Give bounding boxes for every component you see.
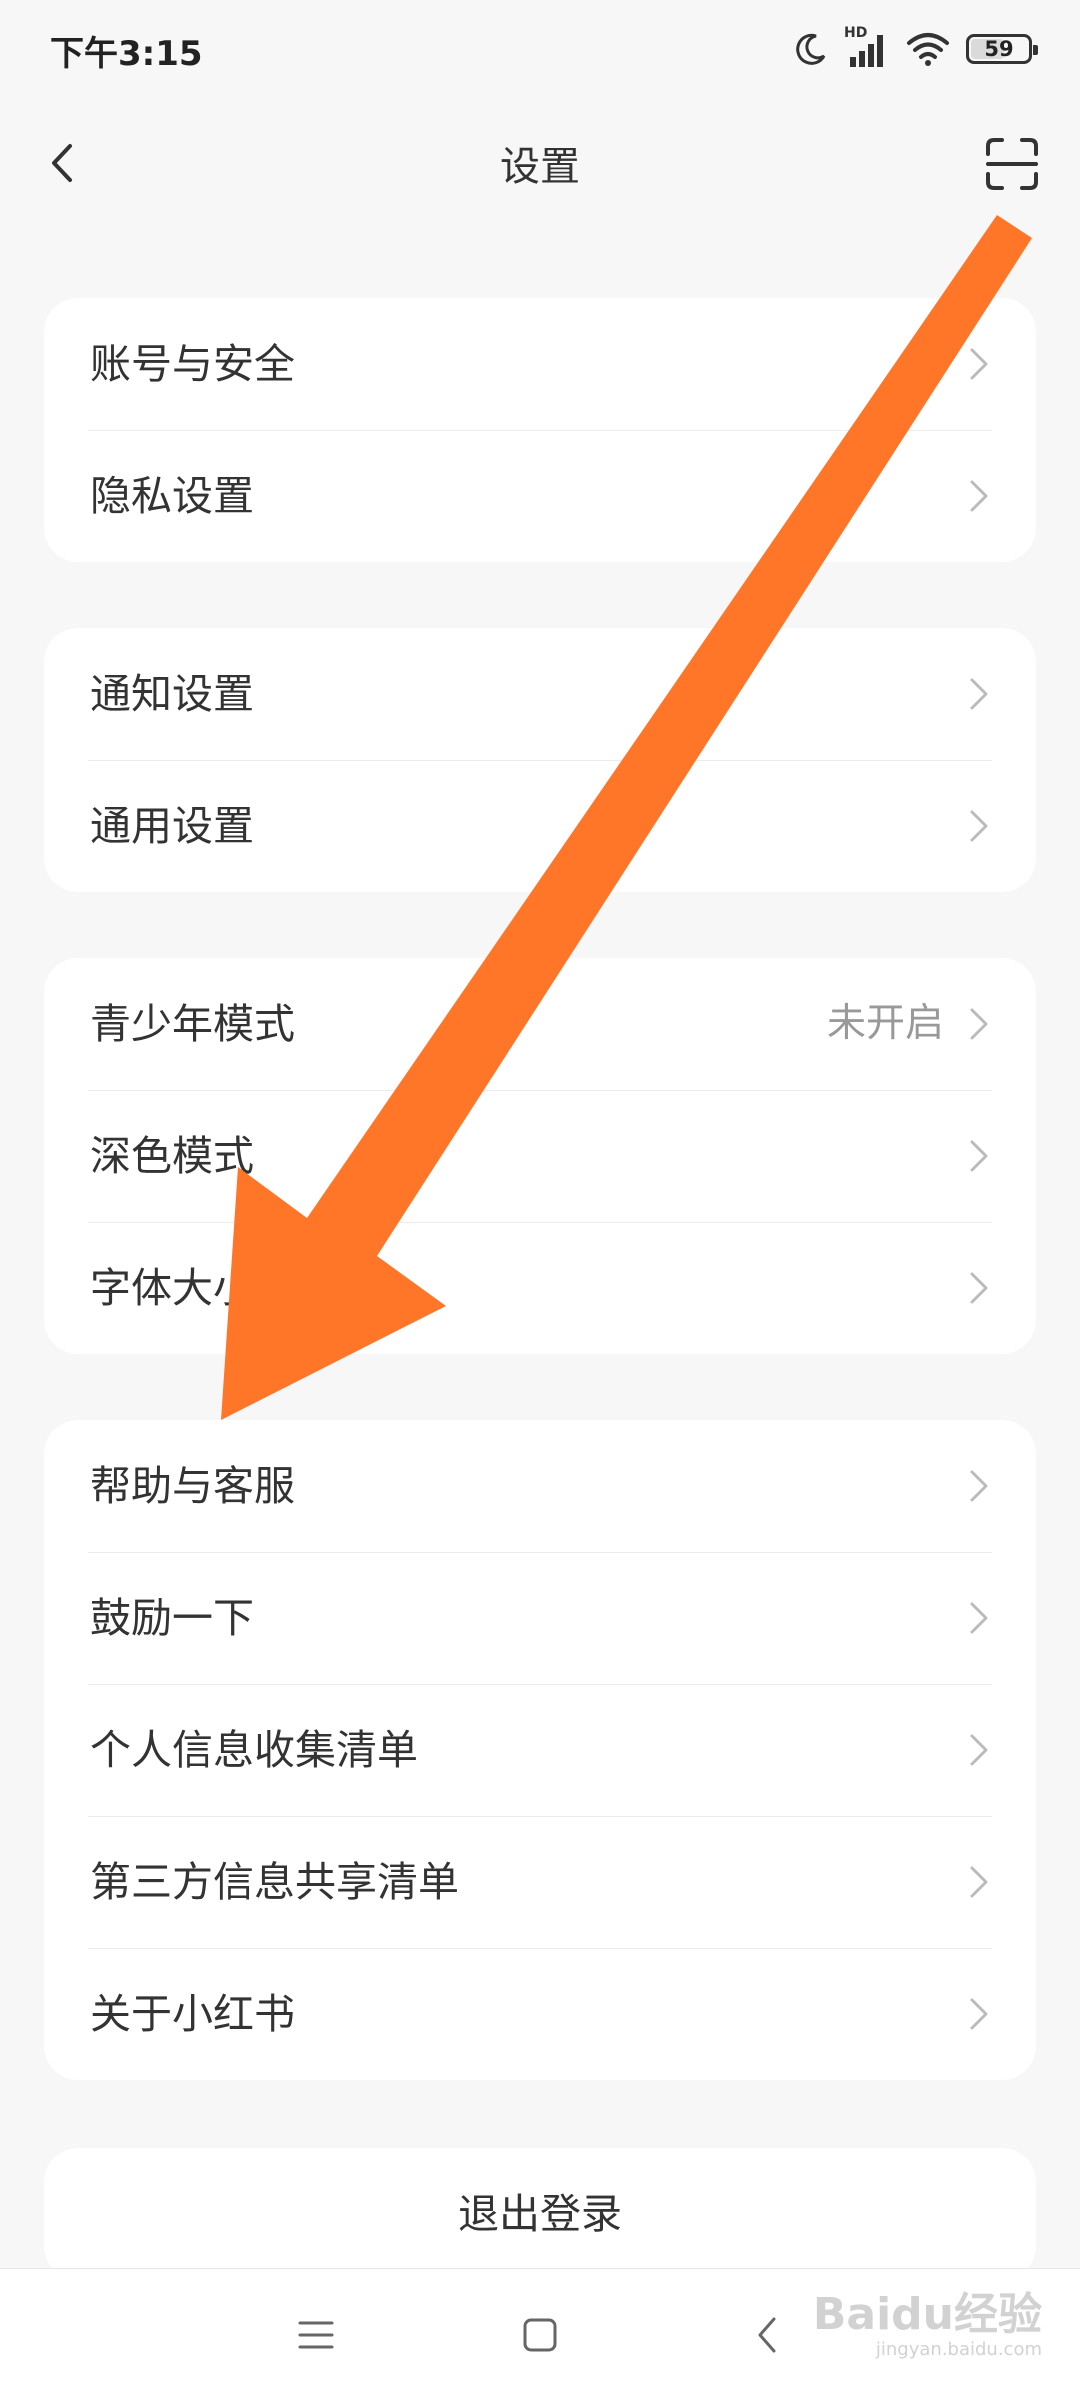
scan-button[interactable] [984, 136, 1040, 192]
battery-icon: 59 [966, 34, 1038, 64]
chevron-right-icon [970, 1008, 988, 1040]
settings-group-display: 青少年模式 未开启 深色模式 字体大小 [44, 958, 1036, 1354]
settings-row-dark-mode[interactable]: 深色模式 [44, 1090, 1036, 1222]
row-label: 帮助与客服 [90, 1462, 295, 1510]
chevron-right-icon [970, 1272, 988, 1304]
row-label: 个人信息收集清单 [90, 1726, 418, 1774]
nav-back-button[interactable] [744, 2311, 792, 2359]
settings-row-teen-mode[interactable]: 青少年模式 未开启 [44, 958, 1036, 1090]
chevron-right-icon [970, 1602, 988, 1634]
settings-group-about: 帮助与客服 鼓励一下 个人信息收集清单 第三方信息共享清单 关于小红书 [44, 1420, 1036, 2080]
row-label: 通知设置 [90, 670, 254, 718]
moon-icon [796, 33, 826, 65]
settings-row-notifications[interactable]: 通知设置 [44, 628, 1036, 760]
settings-row-general[interactable]: 通用设置 [44, 760, 1036, 892]
chevron-right-icon [970, 1140, 988, 1172]
settings-row-third-party-list[interactable]: 第三方信息共享清单 [44, 1816, 1036, 1948]
status-icons: HD 59 [794, 25, 1038, 72]
chevron-right-icon [970, 1998, 988, 2030]
status-time: 下午3:15 [50, 34, 203, 74]
settings-row-font-size[interactable]: 字体大小 [44, 1222, 1036, 1354]
settings-row-help[interactable]: 帮助与客服 [44, 1420, 1036, 1552]
row-label: 鼓励一下 [90, 1594, 254, 1642]
row-label: 隐私设置 [90, 472, 254, 520]
page-title: 设置 [500, 144, 580, 190]
settings-row-about[interactable]: 关于小红书 [44, 1948, 1036, 2080]
logout-label: 退出登录 [458, 2190, 622, 2238]
watermark-sub: jingyan.baidu.com [875, 2339, 1042, 2360]
scan-icon [986, 138, 1038, 190]
status-bar: 下午3:15 HD 59 [0, 0, 1080, 96]
row-label: 青少年模式 [90, 1000, 295, 1048]
row-label: 深色模式 [90, 1132, 254, 1180]
square-icon [523, 2318, 557, 2352]
chevron-right-icon [970, 480, 988, 512]
chevron-right-icon [970, 1734, 988, 1766]
back-triangle-icon [758, 2317, 776, 2353]
watermark: Baidu经验 jingyan.baidu.com [813, 2290, 1042, 2360]
wifi-icon [907, 33, 949, 66]
chevron-right-icon [970, 678, 988, 710]
row-label: 字体大小 [90, 1264, 254, 1312]
chevron-right-icon [970, 810, 988, 842]
chevron-right-icon [970, 348, 988, 380]
recents-button[interactable] [292, 2311, 340, 2359]
settings-row-encourage[interactable]: 鼓励一下 [44, 1552, 1036, 1684]
signal-group: HD [844, 25, 890, 69]
settings-group-general: 通知设置 通用设置 [44, 628, 1036, 892]
settings-group-account: 账号与安全 隐私设置 [44, 298, 1036, 562]
row-label: 账号与安全 [90, 340, 295, 388]
settings-row-privacy[interactable]: 隐私设置 [44, 430, 1036, 562]
settings-row-personal-info-list[interactable]: 个人信息收集清单 [44, 1684, 1036, 1816]
row-label: 关于小红书 [90, 1990, 295, 2038]
header: 设置 [0, 110, 1080, 220]
logout-button[interactable]: 退出登录 [44, 2148, 1036, 2280]
battery-percentage: 59 [984, 37, 1014, 61]
menu-icon [298, 2321, 334, 2349]
teen-mode-status: 未开启 [826, 1001, 944, 1046]
row-label: 通用设置 [90, 802, 254, 850]
watermark-main: Baidu经验 [812, 2289, 1042, 2340]
chevron-right-icon [970, 1470, 988, 1502]
row-label: 第三方信息共享清单 [90, 1858, 459, 1906]
signal-icon [850, 35, 883, 67]
chevron-right-icon [970, 1866, 988, 1898]
settings-row-account-security[interactable]: 账号与安全 [44, 298, 1036, 430]
home-button[interactable] [516, 2311, 564, 2359]
